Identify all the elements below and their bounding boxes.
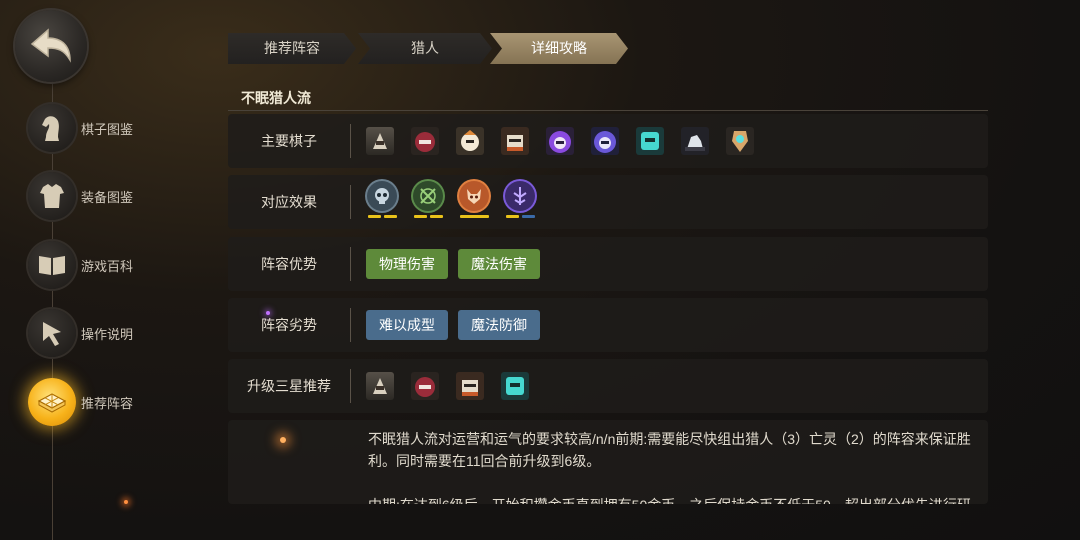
ember-particle — [280, 437, 286, 443]
piece-portrait[interactable] — [456, 127, 484, 155]
row-separator — [350, 308, 351, 342]
weakness-tags: 难以成型 魔法防御 — [366, 298, 550, 352]
lineup-title: 不眠猎人流 — [241, 90, 311, 106]
row-label: 阵容劣势 — [261, 317, 317, 333]
synergy-naga[interactable] — [504, 181, 536, 223]
nav-label: 推荐阵容 — [81, 395, 134, 411]
board-icon — [28, 378, 76, 426]
piece-portrait[interactable] — [636, 127, 664, 155]
row-separator — [350, 124, 351, 158]
synergy-hunter[interactable] — [412, 181, 444, 223]
nav-item-recommended-lineup[interactable]: 推荐阵容 — [28, 377, 133, 427]
nav-label: 棋子图鉴 — [81, 121, 134, 137]
piece-portrait[interactable] — [501, 372, 529, 400]
row-separator — [350, 247, 351, 281]
chess-knight-icon — [28, 104, 76, 152]
row-label: 阵容优势 — [261, 256, 317, 272]
row-upgrade-recommendation: 升级三星推荐 — [228, 359, 988, 413]
piece-portrait[interactable] — [411, 127, 439, 155]
nav-label: 装备图鉴 — [81, 189, 134, 205]
book-icon — [28, 241, 76, 289]
row-weaknesses: 阵容劣势 难以成型 魔法防御 — [228, 298, 988, 352]
tag-hard-to-form: 难以成型 — [366, 310, 448, 340]
nav-item-equipment-guide[interactable]: 装备图鉴 — [28, 171, 133, 221]
ember-particle — [124, 500, 128, 504]
crossbow-icon — [413, 181, 443, 211]
tag-physical-damage: 物理伤害 — [366, 249, 448, 279]
row-separator — [350, 369, 351, 403]
piece-portrait[interactable] — [546, 127, 574, 155]
skull-icon — [367, 181, 397, 211]
back-button[interactable] — [15, 10, 87, 82]
description-text: 不眠猎人流对运营和运气的要求较高/n/n前期:需要能尽快组出猎人（3）亡灵（2）… — [368, 431, 971, 504]
row-synergy: 对应效果 — [228, 175, 988, 229]
row-label: 对应效果 — [261, 194, 317, 210]
synergy-undead[interactable] — [366, 181, 398, 223]
title-divider — [228, 110, 988, 111]
synergy-demon[interactable] — [458, 181, 490, 223]
row-strengths: 阵容优势 物理伤害 魔法伤害 — [228, 237, 988, 291]
piece-portrait[interactable] — [501, 127, 529, 155]
tab-detailed-guide[interactable]: 详细攻略 — [490, 33, 628, 64]
tag-magic-damage: 魔法伤害 — [458, 249, 540, 279]
synergy-list — [366, 175, 550, 229]
pointer-icon — [28, 309, 76, 357]
piece-list — [366, 114, 771, 168]
back-arrow-icon — [30, 28, 71, 63]
nav-item-piece-guide[interactable]: 棋子图鉴 — [28, 103, 133, 153]
nav-item-instructions[interactable]: 操作说明 — [28, 308, 133, 358]
row-label: 主要棋子 — [261, 133, 317, 149]
piece-portrait[interactable] — [726, 127, 754, 155]
nav-item-encyclopedia[interactable]: 游戏百科 — [28, 240, 133, 290]
row-separator — [350, 185, 351, 219]
tag-magic-defense: 魔法防御 — [458, 310, 540, 340]
piece-portrait[interactable] — [456, 372, 484, 400]
row-main-pieces: 主要棋子 — [228, 114, 988, 168]
tab-recommended-lineup[interactable]: 推荐阵容 — [228, 33, 356, 64]
armor-icon — [28, 172, 76, 220]
ember-particle — [266, 311, 270, 315]
row-label: 升级三星推荐 — [247, 378, 331, 394]
strategy-description[interactable]: 不眠猎人流对运营和运气的要求较高/n/n前期:需要能尽快组出猎人（3）亡灵（2）… — [228, 420, 988, 504]
tab-hunter[interactable]: 猎人 — [358, 33, 492, 64]
nav-label: 操作说明 — [81, 326, 134, 342]
strength-tags: 物理伤害 魔法伤害 — [366, 237, 550, 291]
piece-portrait[interactable] — [366, 127, 394, 155]
piece-portrait[interactable] — [681, 127, 709, 155]
piece-portrait[interactable] — [411, 372, 439, 400]
demon-icon — [459, 181, 489, 211]
nav-label: 游戏百科 — [81, 258, 134, 274]
upgrade-piece-list — [366, 359, 546, 413]
fish-icon — [505, 181, 535, 211]
piece-portrait[interactable] — [591, 127, 619, 155]
piece-portrait[interactable] — [366, 372, 394, 400]
